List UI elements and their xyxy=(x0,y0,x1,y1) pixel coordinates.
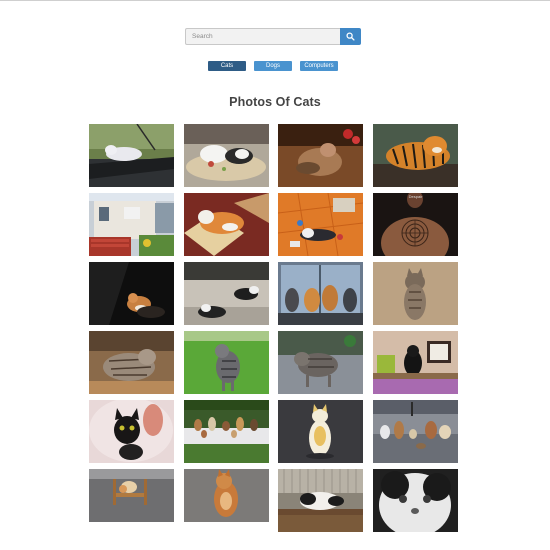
photo-tile[interactable] xyxy=(278,262,364,325)
search-icon xyxy=(346,32,355,41)
photo-tile[interactable] xyxy=(183,193,269,256)
search-bar xyxy=(185,28,361,45)
photo-tile[interactable] xyxy=(89,400,174,463)
photo-tile[interactable] xyxy=(183,331,269,394)
photo-tile[interactable] xyxy=(278,124,364,187)
photo-tile[interactable] xyxy=(278,193,364,256)
photo-tile[interactable] xyxy=(278,400,364,463)
photo-tile[interactable] xyxy=(373,124,459,187)
photo-tile[interactable] xyxy=(89,262,174,325)
photo-tile[interactable] xyxy=(373,400,459,463)
top-divider xyxy=(0,0,550,1)
page-title: Photos Of Cats xyxy=(229,95,321,109)
photo-tile[interactable] xyxy=(373,469,459,532)
photo-grid: Despair xyxy=(89,124,459,532)
photo-tile[interactable] xyxy=(278,331,364,394)
photo-tile[interactable] xyxy=(183,400,269,463)
photo-tile[interactable] xyxy=(183,469,269,522)
photo-tile[interactable] xyxy=(89,124,174,187)
search-button[interactable] xyxy=(340,28,361,45)
photo-tile[interactable] xyxy=(89,193,174,256)
category-cats-button[interactable]: Cats xyxy=(208,61,246,71)
photo-tile[interactable] xyxy=(89,331,174,394)
photo-caption: Despair xyxy=(408,194,423,199)
search-input[interactable] xyxy=(185,28,340,45)
photo-tile[interactable] xyxy=(373,331,459,394)
category-dogs-button[interactable]: Dogs xyxy=(254,61,292,71)
photo-tile[interactable] xyxy=(89,469,174,522)
category-computers-button[interactable]: Computers xyxy=(300,61,338,71)
photo-tile[interactable]: Despair xyxy=(373,193,459,256)
photo-tile[interactable] xyxy=(373,262,459,325)
photo-tile[interactable] xyxy=(183,262,269,325)
photo-tile[interactable] xyxy=(183,124,269,187)
photo-tile[interactable] xyxy=(278,469,364,532)
